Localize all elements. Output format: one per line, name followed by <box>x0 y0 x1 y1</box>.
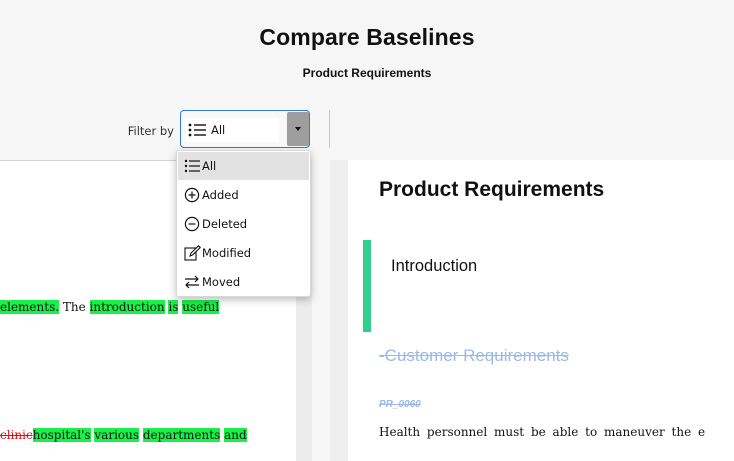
arrows-swap-icon <box>184 274 200 295</box>
document-title: Product Requirements <box>379 178 605 201</box>
section-heading-introduction: Introduction <box>391 257 478 275</box>
filter-option-added[interactable]: Added <box>178 181 309 209</box>
filter-select-value-box[interactable]: All <box>185 118 279 142</box>
page-subtitle: Product Requirements <box>302 66 432 80</box>
deleted-section-heading: -Customer Requirements <box>379 346 569 365</box>
left-text-line-1: elements. The introduction is useful <box>0 300 220 314</box>
added-text: departments <box>142 428 221 442</box>
filter-option-label: Deleted <box>202 217 248 231</box>
deleted-text: clinic <box>0 428 33 442</box>
right-pane-gutter <box>330 160 348 461</box>
pane-divider <box>329 110 330 148</box>
filter-option-deleted[interactable]: Deleted <box>178 210 309 238</box>
edit-icon <box>184 245 201 266</box>
requirement-text: Health personnel must be able to maneuve… <box>379 425 706 439</box>
added-text: useful <box>182 300 220 314</box>
plain-text: The <box>59 300 90 314</box>
filter-option-label: Modified <box>202 246 252 260</box>
left-text-line-2: clinichospital's various departments and <box>0 428 247 442</box>
chevron-down-icon[interactable] <box>287 112 309 146</box>
filter-dropdown-menu: All Added Deleted Modified Moved <box>176 150 311 297</box>
filter-select[interactable]: All <box>180 110 310 148</box>
added-text: various <box>94 428 140 442</box>
plus-circle-icon <box>184 187 200 208</box>
added-text: is <box>168 300 179 314</box>
moved-change-marker <box>363 240 371 332</box>
filter-option-label: All <box>202 159 217 173</box>
deleted-requirement-id: PR_0060 <box>379 399 421 410</box>
added-text: and <box>224 428 247 442</box>
filter-option-all[interactable]: All <box>178 152 309 180</box>
added-text: elements. <box>0 300 60 314</box>
filter-option-label: Moved <box>202 275 241 289</box>
filter-label: Filter by <box>127 124 174 138</box>
filter-option-moved[interactable]: Moved <box>178 268 309 296</box>
page-title: Compare Baselines <box>259 24 475 50</box>
minus-circle-icon <box>184 216 200 237</box>
right-pane <box>348 160 734 461</box>
added-text: hospital's <box>32 428 91 442</box>
page-header: Compare Baselines Product Requirements <box>0 0 734 96</box>
filter-option-modified[interactable]: Modified <box>178 239 309 267</box>
filter-option-label: Added <box>202 188 239 202</box>
list-icon <box>184 158 200 179</box>
list-icon <box>187 121 207 144</box>
filter-select-value: All <box>211 123 226 137</box>
added-text: introduction <box>89 300 165 314</box>
